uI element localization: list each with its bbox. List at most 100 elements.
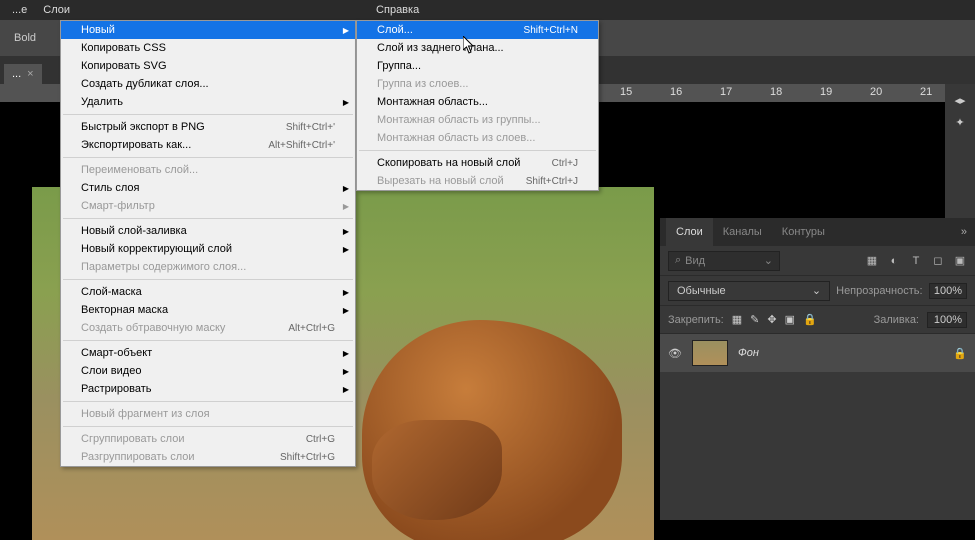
menu-shortcut: Ctrl+G xyxy=(306,434,335,445)
lock-transparent-icon[interactable]: ▦ xyxy=(732,313,742,326)
menu-label: Смарт-объект xyxy=(81,347,152,359)
submenu-item-bg-layer[interactable]: Слой из заднего плана... xyxy=(357,39,598,57)
menu-item-new-fill[interactable]: Новый слой-заливка▶ xyxy=(61,222,355,240)
blend-mode-select[interactable]: Обычные ⌄ xyxy=(668,281,830,301)
collapse-icon[interactable]: ◂▸ xyxy=(952,92,968,108)
menu-label: Монтажная область из группы... xyxy=(377,114,541,126)
submenu-item-copy-new[interactable]: Скопировать на новый слойCtrl+J xyxy=(357,154,598,172)
lock-brush-icon[interactable]: ✎ xyxy=(750,313,759,326)
filter-label: Вид xyxy=(685,255,705,267)
lock-icons: ▦ ✎ ✥ ▣ 🔒 xyxy=(732,313,817,326)
layer-filter-select[interactable]: ⌕ Вид ⌄ xyxy=(668,251,780,271)
menu-label: Растрировать xyxy=(81,383,152,395)
search-icon: ⌕ xyxy=(675,254,681,267)
histogram-icon[interactable]: ✦ xyxy=(952,114,968,130)
font-style-label: Bold xyxy=(8,30,42,46)
panel-tabs: Слои Каналы Контуры » xyxy=(660,218,975,246)
filter-icons: ▦ ◐ T ◻ ▣ xyxy=(865,254,967,268)
ruler-mark: 18 xyxy=(770,86,782,98)
tab-layers[interactable]: Слои xyxy=(666,218,713,246)
menu-item-clip-mask: Создать обтравочную маскуAlt+Ctrl+G xyxy=(61,319,355,337)
filter-adjust-icon[interactable]: ◐ xyxy=(887,254,901,268)
filter-pixel-icon[interactable]: ▦ xyxy=(865,254,879,268)
menu-label: Слой-маска xyxy=(81,286,142,298)
submenu-arrow-icon: ▶ xyxy=(343,184,349,193)
visibility-icon[interactable]: 👁 xyxy=(668,347,682,360)
menu-item-export-as[interactable]: Экспортировать как...Alt+Shift+Ctrl+' xyxy=(61,136,355,154)
lock-icon[interactable]: 🔒 xyxy=(953,347,967,360)
menu-label: Быстрый экспорт в PNG xyxy=(81,121,205,133)
menu-label: Слой из заднего плана... xyxy=(377,42,504,54)
menu-item-video-layers[interactable]: Слои видео ▶ xyxy=(61,362,355,380)
panel-menu-icon[interactable]: » xyxy=(951,218,975,246)
submenu-arrow-icon: ▶ xyxy=(343,227,349,236)
menu-item-layer-mask[interactable]: Слой-маска▶ xyxy=(61,283,355,301)
menu-item-export-png[interactable]: Быстрый экспорт в PNGShift+Ctrl+' xyxy=(61,118,355,136)
menu-separator xyxy=(63,279,353,280)
filter-shape-icon[interactable]: ◻ xyxy=(931,254,945,268)
menu-item-copy-svg[interactable]: Копировать SVG xyxy=(61,57,355,75)
menu-label: Монтажная область... xyxy=(377,96,488,108)
lock-all-icon[interactable]: 🔒 xyxy=(803,313,817,326)
menu-label: Копировать CSS xyxy=(81,42,166,54)
tab-paths[interactable]: Контуры xyxy=(772,218,835,246)
filter-smart-icon[interactable]: ▣ xyxy=(953,254,967,268)
submenu-arrow-icon: ▶ xyxy=(343,98,349,107)
layer-thumbnail[interactable] xyxy=(692,340,728,366)
submenu-item-artboard[interactable]: Монтажная область... xyxy=(357,93,598,111)
lock-move-icon[interactable]: ✥ xyxy=(767,313,776,326)
lock-artboard-icon[interactable]: ▣ xyxy=(785,313,795,326)
menu-shortcut: Shift+Ctrl+J xyxy=(526,176,578,187)
menu-help[interactable]: Справка xyxy=(368,0,427,20)
menu-item-content-opts: Параметры содержимого слоя... xyxy=(61,258,355,276)
menu-item-copy-css[interactable]: Копировать CSS xyxy=(61,39,355,57)
menu-label: Сгруппировать слои xyxy=(81,433,184,445)
layer-row[interactable]: 👁 Фон 🔒 xyxy=(660,334,975,372)
menu-item-rasterize[interactable]: Растрировать ▶ xyxy=(61,380,355,398)
menu-label: Разгруппировать слои xyxy=(81,451,195,463)
menu-label: Новый xyxy=(81,24,115,36)
menu-truncated[interactable]: ...е xyxy=(4,0,35,20)
menu-label: Вырезать на новый слой xyxy=(377,175,504,187)
menu-label: Слой... xyxy=(377,24,413,36)
menu-item-vector-mask[interactable]: Векторная маска▶ xyxy=(61,301,355,319)
menu-item-new-adjust[interactable]: Новый корректирующий слой▶ xyxy=(61,240,355,258)
tab-channels[interactable]: Каналы xyxy=(713,218,772,246)
filter-type-icon[interactable]: T xyxy=(909,254,923,268)
menu-layers[interactable]: Слои xyxy=(35,0,78,20)
blend-mode-label: Обычные xyxy=(677,285,726,297)
opacity-value[interactable]: 100% xyxy=(929,283,967,299)
menu-item-duplicate[interactable]: Создать дубликат слоя... xyxy=(61,75,355,93)
menu-item-ungroup: Разгруппировать слоиShift+Ctrl+G xyxy=(61,448,355,466)
menu-label: Группа из слоев... xyxy=(377,78,468,90)
menu-label: Слои видео xyxy=(81,365,141,377)
menubar: ...е Слои Справка xyxy=(0,0,975,20)
submenu-item-artboard-group: Монтажная область из группы... xyxy=(357,111,598,129)
menu-item-new-slice: Новый фрагмент из слоя xyxy=(61,405,355,423)
layers-menu: Новый ▶ Копировать CSS Копировать SVG Со… xyxy=(60,20,356,467)
opacity-label: Непрозрачность: xyxy=(836,285,922,297)
menu-label: Новый фрагмент из слоя xyxy=(81,408,210,420)
menu-item-layer-style[interactable]: Стиль слоя▶ xyxy=(61,179,355,197)
menu-item-smart-object[interactable]: Смарт-объект▶ xyxy=(61,344,355,362)
ruler-mark: 19 xyxy=(820,86,832,98)
submenu-arrow-icon: ▶ xyxy=(343,385,349,394)
menu-label: Векторная маска xyxy=(81,304,168,316)
fill-value[interactable]: 100% xyxy=(927,312,967,328)
close-icon[interactable]: × xyxy=(27,68,33,80)
submenu-item-group[interactable]: Группа... xyxy=(357,57,598,75)
submenu-arrow-icon: ▶ xyxy=(343,367,349,376)
layer-list: 👁 Фон 🔒 xyxy=(660,334,975,372)
menu-separator xyxy=(63,426,353,427)
submenu-item-layer[interactable]: Слой... Shift+Ctrl+N xyxy=(357,21,598,39)
new-submenu: Слой... Shift+Ctrl+N Слой из заднего пла… xyxy=(356,20,599,191)
menu-label: Экспортировать как... xyxy=(81,139,191,151)
ruler-mark: 17 xyxy=(720,86,732,98)
menu-item-group: Сгруппировать слои Ctrl+G xyxy=(61,430,355,448)
submenu-item-artboard-layers: Монтажная область из слоев... xyxy=(357,129,598,147)
document-tab[interactable]: ... × xyxy=(4,64,42,84)
menu-shortcut: Shift+Ctrl+N xyxy=(524,25,578,36)
layer-name[interactable]: Фон xyxy=(738,347,759,359)
menu-item-delete[interactable]: Удалить▶ xyxy=(61,93,355,111)
menu-item-new[interactable]: Новый ▶ xyxy=(61,21,355,39)
